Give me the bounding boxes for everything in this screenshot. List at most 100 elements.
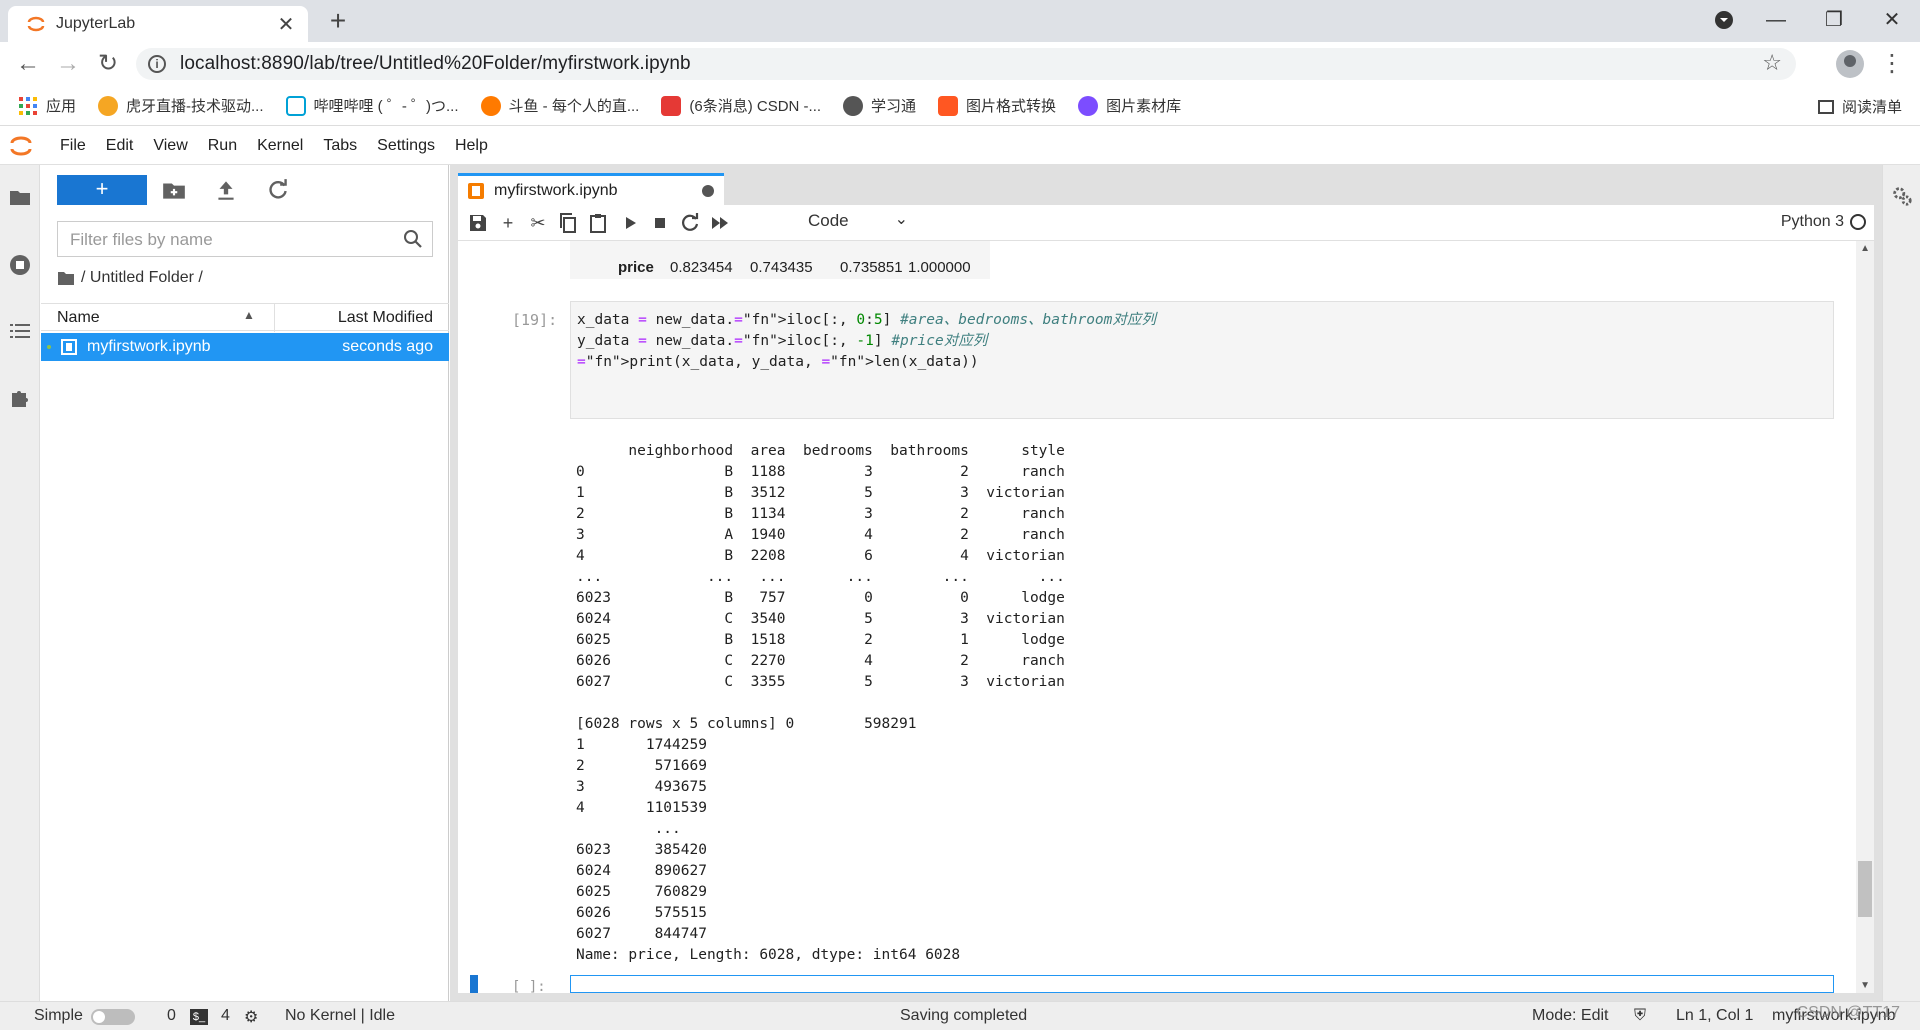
active-empty-cell[interactable]: [ ]: xyxy=(458,975,1856,993)
column-divider[interactable] xyxy=(274,304,275,332)
table-cell: 0.823454 xyxy=(670,259,733,276)
cursor-position[interactable]: Ln 1, Col 1 xyxy=(1676,1007,1753,1025)
filter-files-input[interactable]: Filter files by name xyxy=(57,221,433,257)
scrollbar-thumb[interactable] xyxy=(1858,861,1872,917)
menu-edit[interactable]: Edit xyxy=(96,137,144,155)
bookmark-apps[interactable]: 应用 xyxy=(18,95,76,116)
menu-file[interactable]: File xyxy=(50,137,96,155)
notebook-scrollbar[interactable]: ▲ ▼ xyxy=(1856,241,1874,993)
insert-cell-icon[interactable]: + xyxy=(496,211,520,235)
extensions-puzzle-icon[interactable] xyxy=(8,385,32,409)
main-dock-area: myfirstwork.ipynb + ✂ Code ⌄ Python 3 pr… xyxy=(450,165,1882,1001)
copy-icon[interactable] xyxy=(556,211,580,235)
kernel-idle-icon xyxy=(1850,214,1866,230)
code-cell[interactable]: [19]: x_data = new_data.="fn">iloc[:, 0:… xyxy=(458,301,1856,419)
code-editor[interactable] xyxy=(570,975,1834,993)
stop-kernel-icon[interactable] xyxy=(648,211,672,235)
folder-icon[interactable] xyxy=(57,270,75,286)
save-icon[interactable] xyxy=(466,211,490,235)
profile-avatar-icon[interactable] xyxy=(1836,50,1864,78)
scroll-down-icon[interactable]: ▼ xyxy=(1860,980,1870,991)
browser-toolbar: ← → ↻ i localhost:8890/lab/tree/Untitled… xyxy=(0,42,1920,86)
table-of-contents-icon[interactable] xyxy=(8,319,32,343)
cell-type-select[interactable]: Code ⌄ xyxy=(808,211,908,235)
notebook-panel[interactable]: price 0.823454 0.743435 0.735851 1.00000… xyxy=(458,241,1874,993)
restart-kernel-icon[interactable] xyxy=(678,211,702,235)
kernel-status-text[interactable]: No Kernel | Idle xyxy=(285,1007,395,1025)
minimize-icon[interactable]: — xyxy=(1756,4,1796,36)
kernel-name[interactable]: Python 3 xyxy=(1781,213,1844,231)
menu-kernel[interactable]: Kernel xyxy=(247,137,313,155)
paste-icon[interactable] xyxy=(586,211,610,235)
bookmark-huya[interactable]: 虎牙直播-技术驱动... xyxy=(98,95,264,116)
profile-dropdown-icon[interactable] xyxy=(1704,4,1744,36)
bookmark-label: 图片素材库 xyxy=(1106,98,1182,115)
apps-grid-icon xyxy=(19,96,37,115)
file-list-header: Name ▲ Last Modified xyxy=(41,303,449,332)
run-cell-icon[interactable] xyxy=(618,211,642,235)
new-launcher-button[interactable]: + xyxy=(57,175,147,205)
reload-icon[interactable]: ↻ xyxy=(92,48,124,80)
new-folder-icon[interactable] xyxy=(161,177,187,203)
menu-view[interactable]: View xyxy=(143,137,197,155)
previous-cell-output-table: price 0.823454 0.743435 0.735851 1.00000… xyxy=(570,241,990,279)
close-tab-icon[interactable]: ✕ xyxy=(274,12,298,37)
left-sidebar xyxy=(0,165,40,1001)
site-info-icon[interactable]: i xyxy=(148,55,166,73)
browser-tab[interactable]: JupyterLab ✕ xyxy=(8,6,308,42)
refresh-icon[interactable] xyxy=(265,177,291,203)
bookmark-image-library[interactable]: 图片素材库 xyxy=(1078,95,1181,116)
kernel-count: 4 xyxy=(221,1007,230,1024)
reading-list-icon xyxy=(1817,99,1834,114)
image-library-icon xyxy=(1078,95,1099,116)
bookmark-bilibili[interactable]: 哔哩哔哩 ( ゜- ゜)つ... xyxy=(285,95,459,116)
folder-icon[interactable] xyxy=(8,185,32,209)
upload-icon[interactable] xyxy=(213,177,239,203)
simple-mode-label: Simple xyxy=(34,1007,83,1024)
trusted-shield-icon[interactable]: ⛨ xyxy=(1634,1007,1646,1025)
file-modified: seconds ago xyxy=(342,338,433,355)
running-sessions-icon[interactable] xyxy=(8,253,32,277)
bookmark-image-convert[interactable]: 图片格式转换 xyxy=(938,95,1056,116)
close-window-icon[interactable]: ✕ xyxy=(1872,4,1912,36)
globe-icon xyxy=(843,95,864,116)
file-name: myfirstwork.ipynb xyxy=(87,338,211,355)
file-list-item[interactable]: myfirstwork.ipynb seconds ago xyxy=(41,333,449,361)
menu-run[interactable]: Run xyxy=(198,137,247,155)
status-bar: Simple 0 $_ 4 ⚙ No Kernel | Idle Saving … xyxy=(0,1001,1920,1030)
bookmark-douyu[interactable]: 斗鱼 - 每个人的直... xyxy=(480,95,639,116)
sort-ascending-icon[interactable]: ▲ xyxy=(243,308,255,322)
cut-icon[interactable]: ✂ xyxy=(526,211,550,235)
forward-icon[interactable]: → xyxy=(52,48,84,80)
restart-run-all-icon[interactable] xyxy=(708,211,732,235)
simple-mode-toggle[interactable] xyxy=(91,1009,135,1025)
jupyterlab-menubar: File Edit View Run Kernel Tabs Settings … xyxy=(0,127,1920,165)
unsaved-indicator-icon[interactable] xyxy=(702,184,714,197)
last-modified-column-header[interactable]: Last Modified xyxy=(338,309,433,327)
menu-help[interactable]: Help xyxy=(445,137,498,155)
code-editor[interactable]: x_data = new_data.="fn">iloc[:, 0:5] #ar… xyxy=(570,301,1834,419)
scroll-up-icon[interactable]: ▲ xyxy=(1860,243,1870,254)
bookmark-star-icon[interactable]: ☆ xyxy=(1762,50,1782,76)
property-inspector-gears-icon[interactable] xyxy=(1891,185,1913,207)
name-column-header[interactable]: Name xyxy=(57,309,100,327)
notebook-tab[interactable]: myfirstwork.ipynb xyxy=(458,173,724,205)
menu-settings[interactable]: Settings xyxy=(367,137,445,155)
terminal-icon[interactable]: $_ xyxy=(190,1009,208,1025)
browser-tab-title: JupyterLab xyxy=(56,15,136,32)
bookmark-csdn[interactable]: (6条消息) CSDN -... xyxy=(661,95,821,116)
filter-placeholder: Filter files by name xyxy=(70,230,213,249)
bookmark-xuexitong[interactable]: 学习通 xyxy=(843,95,916,116)
cell-prompt: [ ]: xyxy=(512,979,546,993)
breadcrumb-path[interactable]: / Untitled Folder / xyxy=(81,269,203,287)
address-bar[interactable]: i localhost:8890/lab/tree/Untitled%20Fol… xyxy=(136,48,1796,80)
back-icon[interactable]: ← xyxy=(12,48,44,80)
reading-list-button[interactable]: 阅读清单 xyxy=(1817,96,1902,117)
saving-status: Saving completed xyxy=(900,1007,1028,1024)
menu-tabs[interactable]: Tabs xyxy=(313,137,367,155)
jupyter-logo-icon xyxy=(10,136,32,155)
kernel-gear-icon[interactable]: ⚙ xyxy=(244,1007,258,1027)
browser-menu-icon[interactable]: ⋮ xyxy=(1880,48,1904,80)
new-tab-button[interactable]: + xyxy=(322,6,354,38)
restore-icon[interactable]: ❐ xyxy=(1814,4,1854,36)
